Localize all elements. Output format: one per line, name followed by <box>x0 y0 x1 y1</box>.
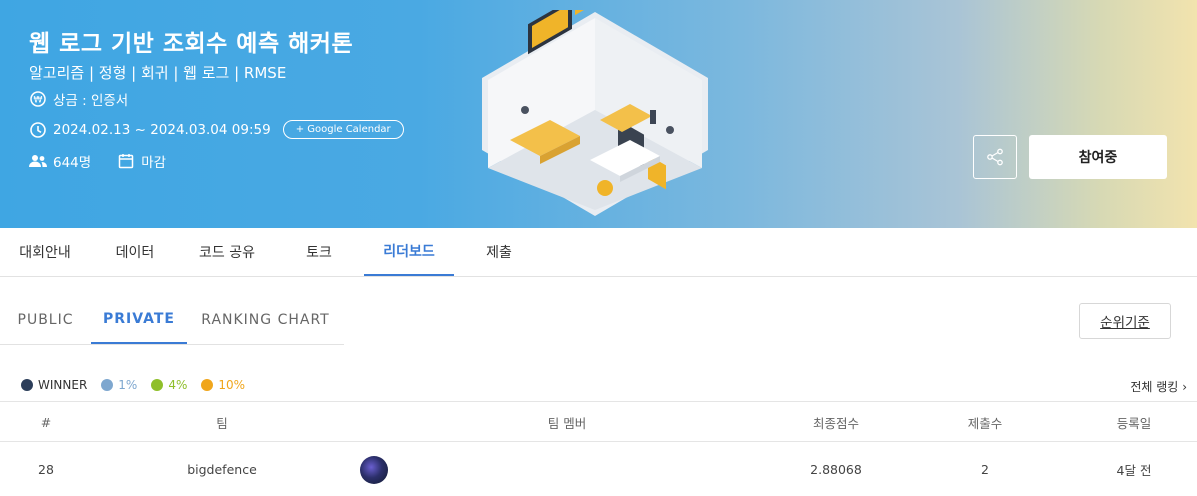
main-tabs: 대회안내 데이터 코드 공유 토크 리더보드 제출 <box>0 228 1197 277</box>
competition-status: 마감 <box>141 155 167 171</box>
subtab-ranking-chart[interactable]: RANKING CHART <box>187 296 344 344</box>
calendar-icon <box>117 152 135 170</box>
leaderboard-table-header: # 팀 팀 멤버 최종점수 제출수 등록일 <box>0 401 1197 442</box>
tab-leaderboard[interactable]: 리더보드 <box>364 228 454 276</box>
legend-item-10pct: 10% <box>201 378 245 392</box>
column-team: 팀 <box>216 415 228 431</box>
column-team-members: 팀 멤버 <box>547 415 587 431</box>
tab-data[interactable]: 데이터 <box>90 228 180 276</box>
competition-title: 웹 로그 기반 조회수 예측 해커톤 <box>29 31 354 57</box>
share-button[interactable] <box>973 135 1017 179</box>
4pct-dot-icon <box>151 379 164 391</box>
stats-row: 644명 마감 <box>29 151 166 171</box>
row-team-name[interactable]: bigdefence <box>92 442 352 496</box>
join-button[interactable]: 참여중 <box>1029 135 1167 179</box>
column-registered: 등록일 <box>1116 415 1152 431</box>
rank-criteria-button[interactable]: 순위기준 <box>1079 303 1171 339</box>
tab-code-share[interactable]: 코드 공유 <box>182 228 272 276</box>
column-final-score: 최종점수 <box>812 415 859 431</box>
1pct-dot-icon <box>101 379 114 391</box>
period-row: 2024.02.13 ~ 2024.03.04 09:59 + Google C… <box>29 120 404 139</box>
participants-count: 644명 <box>53 155 92 171</box>
google-calendar-button[interactable]: + Google Calendar <box>282 120 404 139</box>
column-submissions: 제출수 <box>967 415 1003 431</box>
all-ranking-link[interactable]: 전체 랭킹 › <box>1130 378 1187 395</box>
office-room-illustration <box>480 0 710 216</box>
users-icon <box>29 152 47 170</box>
won-coin-icon: ₩ <box>29 90 47 108</box>
prize-row: ₩ 상금 : 인증서 <box>29 89 128 109</box>
clock-icon <box>29 121 47 139</box>
winner-dot-icon <box>21 379 33 391</box>
legend-item-1pct: 1% <box>101 378 137 392</box>
subtab-public[interactable]: PUBLIC <box>0 296 91 344</box>
competition-banner: 웹 로그 기반 조회수 예측 해커톤 알고리즘 | 정형 | 회귀 | 웹 로그… <box>0 0 1197 228</box>
legend-item-4pct: 4% <box>151 378 187 392</box>
period-text: 2024.02.13 ~ 2024.03.04 09:59 <box>53 121 271 138</box>
row-final-score: 2.88068 <box>810 461 862 477</box>
row-registered: 4달 전 <box>1116 462 1152 478</box>
row-rank: 28 <box>38 461 54 477</box>
column-rank: # <box>40 414 52 430</box>
table-row[interactable]: 28 bigdefence 2.88068 2 4달 전 <box>0 442 1197 496</box>
member-avatar[interactable] <box>360 456 388 484</box>
tab-submit[interactable]: 제출 <box>454 228 544 276</box>
prize-text: 상금 : 인증서 <box>53 93 129 109</box>
tier-legend: WINNER 1% 4% 10% <box>21 378 259 392</box>
tab-talk[interactable]: 토크 <box>274 228 364 276</box>
competition-tags: 알고리즘 | 정형 | 회귀 | 웹 로그 | RMSE <box>29 64 287 82</box>
tab-overview[interactable]: 대회안내 <box>0 228 90 276</box>
legend-item-winner: WINNER <box>21 378 87 392</box>
svg-text:₩: ₩ <box>34 96 43 106</box>
row-submissions: 2 <box>981 461 989 477</box>
10pct-dot-icon <box>201 379 214 391</box>
share-icon <box>987 148 1003 166</box>
chevron-right-icon: › <box>1182 380 1187 394</box>
leaderboard-subtabs: PUBLIC PRIVATE RANKING CHART <box>0 296 344 345</box>
subtab-private[interactable]: PRIVATE <box>91 296 187 344</box>
